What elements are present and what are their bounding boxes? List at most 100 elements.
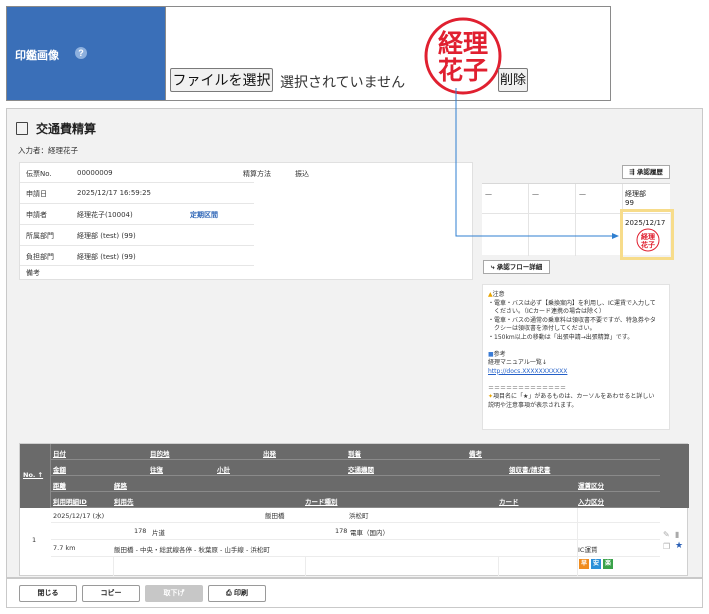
favorite-star-icon[interactable]: ★ — [675, 541, 683, 551]
header-round-trip[interactable]: 往復 — [150, 464, 163, 474]
header-card[interactable]: カード — [499, 496, 519, 506]
caution-title: 注意 — [492, 291, 505, 298]
caution-line: ください。（ICカード連携の場合は除く） — [488, 308, 605, 315]
stamp-text-bottom: 花子 — [641, 240, 655, 249]
info-row-apply-date: 申請日 2025/12/17 16:59:25 — [20, 183, 254, 204]
header-distance[interactable]: 距離 — [53, 480, 66, 490]
reference-heading: ■参考 — [488, 351, 664, 360]
seal-label-cell: 印鑑画像 ? — [7, 7, 165, 100]
info-row-remarks: 備考 — [20, 266, 254, 280]
page-title: 交通費精算 — [36, 122, 97, 136]
settlement-method-value: 振込 — [295, 170, 309, 178]
header-card-type[interactable]: カード種別 — [305, 496, 338, 506]
approver-dept-code: 99 — [625, 199, 634, 207]
row-fare-type: IC運賃 — [578, 546, 598, 554]
reference-title: 参考 — [493, 350, 506, 358]
tag-cheap: 安 — [591, 559, 601, 569]
header-row-2: 金額 往復 小計 交通機関 領収書/請求書 — [51, 460, 660, 476]
approver-dept-name: 経理部 — [625, 190, 646, 198]
notes-box: ▲注意 ・電車・バスは必ず【乗換案内】を利用し、IC運賃で入力して ください。（… — [482, 284, 670, 430]
info-value: 00000009 — [77, 169, 113, 177]
header-usage-place[interactable]: 利用先 — [114, 496, 134, 506]
separator-line: ＝＝＝＝＝＝＝＝＝＝＝＝＝ — [488, 384, 567, 392]
header-usage-id[interactable]: 利用明細ID — [53, 496, 87, 506]
header-row-1: 日付 目的地 出発 到着 備考 — [51, 444, 660, 460]
row-route: 飯田橋 - 中央・総武線各停 - 秋葉原 - 山手線 - 浜松町 — [114, 546, 270, 554]
print-button[interactable]: ⎙ 印刷 — [208, 585, 266, 602]
close-button[interactable]: 閉じる — [19, 585, 77, 602]
header-fare-type[interactable]: 運賃区分 — [578, 480, 604, 490]
bottom-toolbar: 閉じる コピー 取下げ ⎙ 印刷 — [6, 578, 703, 608]
cell-border — [577, 508, 578, 576]
seal-image-preview: 経理 花子 — [424, 17, 502, 95]
tag-easy: 楽 — [603, 559, 613, 569]
approval-empty: — — [579, 190, 586, 198]
caution-line: ・150km以上の移動は「出張申請→出張精算」です。 — [488, 333, 634, 341]
copy-button[interactable]: コピー — [82, 585, 140, 602]
print-label: 印刷 — [234, 589, 249, 597]
info-key: 申請日 — [26, 190, 47, 198]
header-input-type[interactable]: 入力区分 — [578, 496, 604, 506]
copy-icon[interactable]: ❐ — [663, 542, 670, 551]
info-key: 備考 — [26, 269, 40, 277]
commuter-pass-link[interactable]: 定期区間 — [190, 210, 218, 220]
row-from: 飯田橋 — [265, 512, 285, 520]
header-arrival[interactable]: 到着 — [348, 448, 361, 458]
reference-line: 経理マニュアル一覧↓ — [488, 359, 547, 366]
help-icon[interactable]: ? — [75, 47, 87, 59]
delete-button[interactable]: 削除 — [498, 68, 528, 92]
header-receipt[interactable]: 領収書/請求書 — [509, 464, 550, 474]
seal-image-label: 印鑑画像 — [15, 50, 59, 62]
header-remarks[interactable]: 備考 — [469, 448, 482, 458]
caution-line: ・電車・バスは必ず【乗換案内】を利用し、IC運賃で入力して — [488, 299, 656, 307]
withdraw-button[interactable]: 取下げ — [145, 585, 203, 602]
approval-seal-stamp: 経理 花子 — [636, 228, 660, 252]
header-destination[interactable]: 目的地 — [150, 448, 170, 458]
header-transport[interactable]: 交通機関 — [348, 464, 374, 474]
stamp-text-top: 経理 — [641, 232, 655, 241]
header-departure[interactable]: 出発 — [263, 448, 276, 458]
approval-flow-detail-button[interactable]: ⤷ 承認フロー詳細 — [483, 260, 550, 274]
header-row-4: 利用明細ID 利用先 カード種別 カード 入力区分 — [51, 492, 660, 508]
info-row-applicant: 申請者 経理花子(10004) 定期区間 — [20, 204, 254, 225]
panel-divider — [165, 7, 166, 100]
header-amount[interactable]: 金額 — [53, 464, 66, 474]
info-value: 経理部 (test) (99) — [77, 232, 136, 240]
seal-text-bottom: 花子 — [438, 56, 488, 85]
row-amount: 178 — [134, 527, 147, 535]
file-select-button[interactable]: ファイルを選択 — [170, 68, 273, 92]
row-divider — [51, 556, 660, 557]
star-note-text: 項目名に「★」があるものは、カーソルをあわせると詳しい — [493, 393, 655, 400]
seal-text-top: 経理 — [438, 29, 488, 58]
slip-info-box: 伝票No. 00000009 申請日 2025/12/17 16:59:25 申… — [19, 162, 473, 280]
delete-icon[interactable]: ▮ — [675, 530, 679, 539]
entered-by: 入力者：経理花子 — [18, 146, 78, 155]
header-date[interactable]: 日付 — [53, 448, 66, 458]
row-distance: 7.7 km — [53, 544, 76, 552]
star-note-line: 説明や注意事項が表示されます。 — [488, 401, 578, 409]
info-row-department: 所属部門 経理部 (test) (99) — [20, 225, 254, 246]
edit-icon[interactable]: ✎ — [663, 530, 670, 539]
tag-fast: 早 — [579, 559, 589, 569]
star-note-line: ✦項目名に「★」があるものは、カーソルをあわせると詳しい — [488, 393, 664, 402]
no-sort-header[interactable]: No. ↑ — [23, 471, 43, 479]
approval-history-button[interactable]: ⇶ 承認履歴 — [622, 165, 670, 179]
header-route[interactable]: 経路 — [114, 480, 127, 490]
caution-heading: ▲注意 — [488, 291, 664, 300]
actions-header-cell — [660, 444, 689, 508]
manual-link[interactable]: http://docs.XXXXXXXXXXX — [488, 368, 664, 377]
header-subtotal[interactable]: 小計 — [217, 464, 230, 474]
history-icon: ⇶ — [629, 168, 635, 176]
file-status-text: 選択されていません — [280, 74, 406, 90]
info-value: 2025/12/17 16:59:25 — [77, 189, 152, 197]
info-key: 申請者 — [26, 211, 47, 219]
info-value: 経理部 (test) (99) — [77, 253, 136, 261]
approval-flow-label: 承認フロー詳細 — [496, 263, 543, 271]
info-row-cost-department: 負担部門 経理部 (test) (99) — [20, 246, 254, 266]
flow-icon: ⤷ — [490, 263, 495, 271]
expense-table: No. ↑ 日付 目的地 出発 到着 備考 金額 往復 小計 交通機関 領収書/… — [19, 443, 689, 576]
info-key: 所属部門 — [26, 232, 54, 240]
row-subtotal: 178 — [335, 527, 348, 535]
